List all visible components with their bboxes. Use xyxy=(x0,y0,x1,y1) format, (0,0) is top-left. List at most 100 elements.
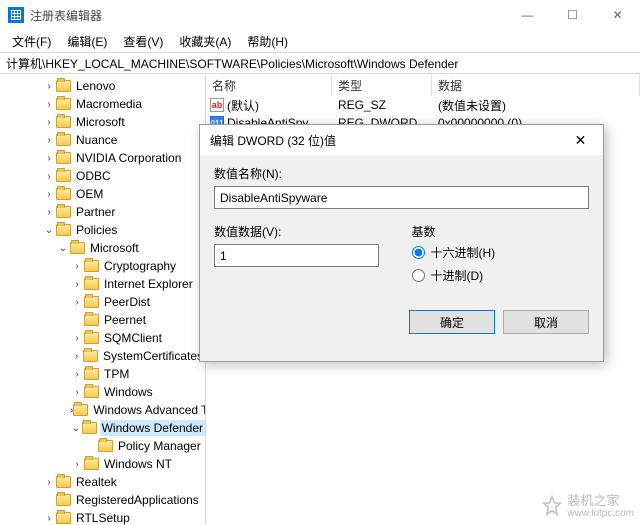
tree-label[interactable]: Policies xyxy=(74,222,119,238)
chevron-right-icon[interactable]: › xyxy=(70,367,84,381)
menu-view[interactable]: 查看(V) xyxy=(117,31,169,52)
tree-item[interactable]: › Cryptography xyxy=(0,257,205,275)
folder-icon xyxy=(84,458,99,470)
chevron-down-icon[interactable]: ⌄ xyxy=(42,223,56,237)
tree-item[interactable]: Policy Manager xyxy=(0,437,205,455)
col-type[interactable]: 类型 xyxy=(332,74,432,96)
tree-label[interactable]: OEM xyxy=(74,186,105,202)
chevron-right-icon[interactable]: › xyxy=(70,385,84,399)
tree-item[interactable]: › Lenovo xyxy=(0,77,205,95)
address-bar[interactable]: 计算机\HKEY_LOCAL_MACHINE\SOFTWARE\Policies… xyxy=(0,52,640,74)
radio-dec[interactable]: 十进制(D) xyxy=(412,267,590,284)
tree-item[interactable]: ⌄ Microsoft xyxy=(0,239,205,257)
tree-item[interactable]: › Macromedia xyxy=(0,95,205,113)
chevron-right-icon[interactable]: › xyxy=(42,511,56,525)
chevron-right-icon[interactable]: › xyxy=(70,295,84,309)
menu-help[interactable]: 帮助(H) xyxy=(241,31,294,52)
folder-icon xyxy=(56,98,71,110)
chevron-right-icon[interactable]: › xyxy=(42,475,56,489)
name-input[interactable] xyxy=(214,186,589,209)
tree-label[interactable]: Windows NT xyxy=(102,456,174,472)
tree-label[interactable]: SQMClient xyxy=(102,330,164,346)
tree-item[interactable]: › Microsoft xyxy=(0,113,205,131)
chevron-right-icon[interactable]: › xyxy=(70,331,84,345)
tree-item[interactable]: › Internet Explorer xyxy=(0,275,205,293)
minimize-button[interactable]: — xyxy=(505,0,550,30)
tree-item[interactable]: › Windows NT xyxy=(0,455,205,473)
radio-dec-input[interactable] xyxy=(412,269,425,282)
folder-icon xyxy=(84,332,99,344)
tree-label[interactable]: RTLSetup xyxy=(74,510,132,525)
tree-label[interactable]: Policy Manager xyxy=(116,438,203,454)
titlebar: 注册表编辑器 — ☐ ✕ xyxy=(0,0,640,30)
chevron-down-icon[interactable]: ⌄ xyxy=(70,421,82,435)
tree-item[interactable]: › OEM xyxy=(0,185,205,203)
chevron-right-icon[interactable]: › xyxy=(42,205,56,219)
tree-label[interactable]: Microsoft xyxy=(88,240,141,256)
tree-label[interactable]: Cryptography xyxy=(102,258,178,274)
tree-item[interactable]: › Nuance xyxy=(0,131,205,149)
chevron-right-icon[interactable]: › xyxy=(42,133,56,147)
tree-label[interactable]: NVIDIA Corporation xyxy=(74,150,183,166)
menu-favorites[interactable]: 收藏夹(A) xyxy=(173,31,237,52)
radio-hex[interactable]: 十六进制(H) xyxy=(412,244,590,261)
data-input[interactable] xyxy=(214,244,379,267)
dialog-close-button[interactable]: ✕ xyxy=(558,125,603,155)
chevron-right-icon[interactable]: › xyxy=(42,97,56,111)
chevron-right-icon[interactable]: › xyxy=(42,187,56,201)
col-data[interactable]: 数据 xyxy=(432,74,640,96)
tree-label[interactable]: Nuance xyxy=(74,132,119,148)
col-name[interactable]: 名称 xyxy=(206,74,332,96)
tree-label[interactable]: Internet Explorer xyxy=(102,276,195,292)
chevron-right-icon[interactable]: › xyxy=(70,349,83,363)
chevron-right-icon[interactable]: › xyxy=(70,277,84,291)
tree-item[interactable]: › Windows xyxy=(0,383,205,401)
menu-file[interactable]: 文件(F) xyxy=(6,31,57,52)
chevron-right-icon[interactable]: › xyxy=(70,259,84,273)
tree-label[interactable]: TPM xyxy=(102,366,131,382)
chevron-down-icon[interactable]: ⌄ xyxy=(56,241,70,255)
tree-item[interactable]: › ODBC xyxy=(0,167,205,185)
regedit-icon xyxy=(8,7,24,23)
close-button[interactable]: ✕ xyxy=(595,0,640,30)
tree-label[interactable]: Microsoft xyxy=(74,114,127,130)
menu-edit[interactable]: 编辑(E) xyxy=(61,31,113,52)
tree-item[interactable]: Peernet xyxy=(0,311,205,329)
tree-label[interactable]: Realtek xyxy=(74,474,119,490)
tree-label[interactable]: SystemCertificates xyxy=(101,348,205,364)
chevron-right-icon[interactable]: › xyxy=(70,457,84,471)
tree-item[interactable]: › Partner xyxy=(0,203,205,221)
tree-item[interactable]: › RTLSetup xyxy=(0,509,205,525)
tree-item[interactable]: › SystemCertificates xyxy=(0,347,205,365)
ok-button[interactable]: 确定 xyxy=(409,310,495,334)
folder-icon xyxy=(98,440,113,452)
maximize-button[interactable]: ☐ xyxy=(550,0,595,30)
tree-item[interactable]: ⌄ Policies xyxy=(0,221,205,239)
tree-label[interactable]: Macromedia xyxy=(74,96,144,112)
chevron-right-icon[interactable]: › xyxy=(42,151,56,165)
tree-item[interactable]: ⌄ Windows Defender xyxy=(0,419,205,437)
tree-label[interactable]: Windows Defender xyxy=(100,420,205,436)
tree-label[interactable]: Peernet xyxy=(102,312,148,328)
value-row[interactable]: ab(默认)REG_SZ(数值未设置) xyxy=(206,96,640,114)
tree-item[interactable]: › Realtek xyxy=(0,473,205,491)
radio-hex-input[interactable] xyxy=(412,246,425,259)
tree-spacer xyxy=(42,493,56,507)
tree-label[interactable]: RegisteredApplications xyxy=(74,492,201,508)
tree-label[interactable]: Partner xyxy=(74,204,117,220)
tree-label[interactable]: Windows xyxy=(102,384,155,400)
tree-label[interactable]: Windows Advanced Threat Protection xyxy=(91,402,206,418)
chevron-right-icon[interactable]: › xyxy=(42,169,56,183)
tree-item[interactable]: › SQMClient xyxy=(0,329,205,347)
tree-item[interactable]: › PeerDist xyxy=(0,293,205,311)
tree-label[interactable]: ODBC xyxy=(74,168,113,184)
chevron-right-icon[interactable]: › xyxy=(42,115,56,129)
tree-item[interactable]: RegisteredApplications xyxy=(0,491,205,509)
chevron-right-icon[interactable]: › xyxy=(42,79,56,93)
tree-item[interactable]: › NVIDIA Corporation xyxy=(0,149,205,167)
tree-label[interactable]: Lenovo xyxy=(74,78,117,94)
tree-label[interactable]: PeerDist xyxy=(102,294,152,310)
cancel-button[interactable]: 取消 xyxy=(503,310,589,334)
tree-item[interactable]: ›Windows Advanced Threat Protection xyxy=(0,401,205,419)
tree-item[interactable]: › TPM xyxy=(0,365,205,383)
